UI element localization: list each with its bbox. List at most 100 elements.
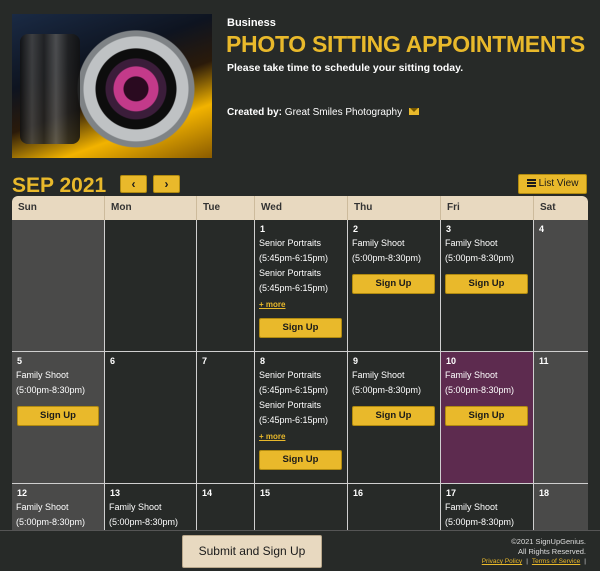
prev-month-button[interactable]: ‹	[120, 175, 147, 193]
dow-fri: Fri	[441, 196, 534, 220]
day-number: 1	[260, 224, 266, 234]
created-by: Created by: Great Smiles Photography	[227, 107, 419, 118]
slot-title: Family Shoot	[352, 238, 405, 248]
slot-time: (5:00pm-8:30pm)	[445, 517, 515, 527]
slot-title: Senior Portraits	[259, 400, 322, 410]
calendar-cell-day-4: 4	[534, 220, 588, 352]
calendar-cell-day-15: 15	[255, 484, 348, 530]
mail-icon[interactable]	[408, 108, 419, 115]
slot-title: Family Shoot	[109, 502, 162, 512]
created-by-label: Created by:	[227, 107, 283, 118]
signup-button[interactable]: Sign Up	[445, 406, 528, 426]
copyright: ©2021 SignUpGenius. All Rights Reserved.	[511, 537, 586, 557]
month-label: SEP 2021	[12, 174, 107, 197]
day-number: 12	[17, 488, 28, 498]
day-number: 7	[202, 356, 208, 366]
dow-sat: Sat	[540, 202, 556, 213]
more-link[interactable]: + more	[259, 432, 285, 441]
calendar-cell-day-5: 5 Family Shoot (5:00pm-8:30pm) Sign Up	[12, 352, 105, 484]
page-title: PHOTO SITTING APPOINTMENTS	[226, 31, 585, 57]
slot-title: Family Shoot	[445, 238, 498, 248]
calendar-cell-day-11: 11	[534, 352, 588, 484]
day-number: 9	[353, 356, 359, 366]
calendar-cell-day-9: 9 Family Shoot (5:00pm-8:30pm) Sign Up	[348, 352, 441, 484]
dow-tue: Tue	[197, 196, 255, 220]
day-number: 17	[446, 488, 457, 498]
day-number: 14	[202, 488, 213, 498]
slot-title: Family Shoot	[16, 502, 69, 512]
day-number: 18	[539, 488, 550, 498]
signup-button[interactable]: Sign Up	[445, 274, 528, 294]
next-month-button[interactable]: ›	[153, 175, 180, 193]
calendar-cell-day-8: 8 Senior Portraits (5:45pm-6:15pm) Senio…	[255, 352, 348, 484]
privacy-policy-link[interactable]: Privacy Policy	[482, 558, 522, 565]
terms-of-service-link[interactable]: Terms of Service	[532, 558, 580, 565]
calendar-cell-day-14: 14	[197, 484, 255, 530]
link-separator: |	[584, 558, 586, 565]
slot-title: Senior Portraits	[259, 370, 322, 380]
slot-time: (5:45pm-6:15pm)	[259, 415, 329, 425]
slot-title: Family Shoot	[445, 502, 498, 512]
day-of-week-header: Sun Mon Tue Wed Thu Fri Sat	[12, 196, 588, 220]
header-photo	[12, 14, 212, 158]
more-link[interactable]: + more	[259, 300, 285, 309]
calendar-cell-day-12: 12 Family Shoot (5:00pm-8:30pm)	[12, 484, 105, 530]
submit-and-sign-up-button[interactable]: Submit and Sign Up	[182, 535, 322, 568]
signup-button[interactable]: Sign Up	[17, 406, 99, 426]
slot-time: (5:45pm-6:15pm)	[259, 253, 329, 263]
calendar-cell-day-6: 6	[105, 352, 197, 484]
slot-time: (5:00pm-8:30pm)	[445, 253, 515, 263]
signup-button[interactable]: Sign Up	[352, 274, 435, 294]
calendar-cell-day-3: 3 Family Shoot (5:00pm-8:30pm) Sign Up	[441, 220, 534, 352]
day-number: 5	[17, 356, 23, 366]
slot-time: (5:45pm-6:15pm)	[259, 385, 329, 395]
slot-time: (5:00pm-8:30pm)	[109, 517, 179, 527]
slot-title: Family Shoot	[16, 370, 69, 380]
slot-title: Family Shoot	[445, 370, 498, 380]
signup-button[interactable]: Sign Up	[259, 450, 342, 470]
slot-title: Family Shoot	[352, 370, 405, 380]
calendar-cell-empty	[105, 220, 197, 352]
slot-time: (5:00pm-8:30pm)	[16, 385, 86, 395]
calendar-grid: Sun Mon Tue Wed Thu Fri Sat 1 Senior Por…	[12, 196, 588, 530]
dow-wed: Wed	[255, 196, 348, 220]
dow-thu: Thu	[348, 196, 441, 220]
day-number: 15	[260, 488, 271, 498]
list-view-label: List View	[538, 178, 579, 189]
signup-button[interactable]: Sign Up	[259, 318, 342, 338]
link-separator: |	[526, 558, 528, 565]
creator-name: Great Smiles Photography	[284, 107, 403, 118]
calendar-cell-day-17: 17 Family Shoot (5:00pm-8:30pm)	[441, 484, 534, 530]
chevron-left-icon: ‹	[131, 177, 136, 191]
day-number: 2	[353, 224, 359, 234]
day-number: 11	[539, 356, 549, 366]
day-number: 8	[260, 356, 266, 366]
slot-time: (5:00pm-8:30pm)	[445, 385, 515, 395]
lens-barrel	[20, 34, 80, 144]
copyright-line-2: All Rights Reserved.	[518, 547, 586, 556]
day-number: 6	[110, 356, 116, 366]
dow-mon: Mon	[105, 196, 197, 220]
slot-time: (5:00pm-8:30pm)	[352, 253, 422, 263]
day-number: 10	[446, 356, 457, 366]
category-label: Business	[227, 17, 276, 29]
calendar-cell-day-13: 13 Family Shoot (5:00pm-8:30pm)	[105, 484, 197, 530]
day-number: 3	[446, 224, 452, 234]
list-view-button[interactable]: List View	[518, 174, 587, 194]
calendar-cell-empty	[197, 220, 255, 352]
calendar-cell-day-2: 2 Family Shoot (5:00pm-8:30pm) Sign Up	[348, 220, 441, 352]
copyright-line-1: ©2021 SignUpGenius.	[511, 537, 586, 546]
slot-time: (5:00pm-8:30pm)	[352, 385, 422, 395]
dow-sun: Sun	[12, 196, 105, 220]
signup-button[interactable]: Sign Up	[352, 406, 435, 426]
slot-title: Senior Portraits	[259, 238, 322, 248]
slot-title: Senior Portraits	[259, 268, 322, 278]
page-subtitle: Please take time to schedule your sittin…	[227, 62, 464, 74]
chevron-right-icon: ›	[164, 177, 169, 191]
list-icon	[526, 179, 536, 187]
calendar-cell-day-7: 7	[197, 352, 255, 484]
day-number: 4	[539, 224, 545, 234]
calendar-cell-day-18: 18	[534, 484, 588, 530]
calendar-cell-empty	[12, 220, 105, 352]
calendar-cell-day-1: 1 Senior Portraits (5:45pm-6:15pm) Senio…	[255, 220, 348, 352]
